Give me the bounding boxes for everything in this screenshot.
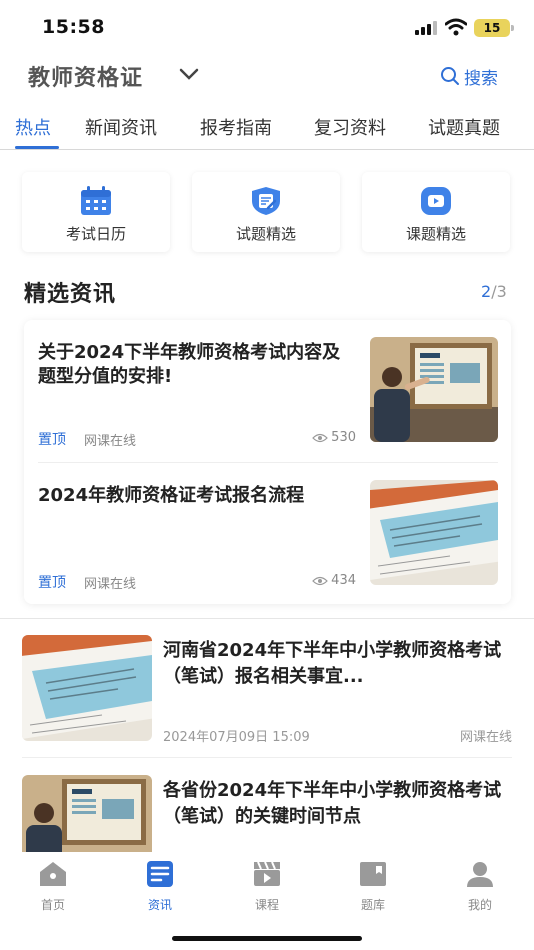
nav-home[interactable]: 首页 [13, 860, 93, 913]
news-date: 2024年07月09日 15:09 [163, 730, 310, 745]
news-title: 河南省2024年下半年中小学教师资格考试（笔试）报名相关事宜... [163, 640, 502, 687]
featured-article[interactable]: 2024年教师资格证考试报名流程 置顶 网课在线 434 [38, 480, 498, 605]
home-indicator [172, 936, 362, 941]
featured-section-title: 精选资讯 [24, 282, 117, 307]
nav-question-bank[interactable]: 题库 [333, 860, 413, 913]
tab-news[interactable]: 新闻资讯 [85, 114, 157, 140]
chevron-down-icon[interactable] [178, 66, 200, 82]
search-icon [441, 67, 459, 85]
active-tab-indicator [15, 146, 59, 149]
status-bar: 15:58 15 [0, 0, 534, 54]
application-form-thumbnail [370, 480, 498, 585]
pinned-badge: 置顶 [38, 575, 66, 591]
news-icon [147, 861, 173, 887]
pinned-badge: 置顶 [38, 432, 66, 448]
status-time: 15:58 [42, 16, 105, 38]
view-count: 530 [312, 430, 356, 445]
divider [38, 462, 498, 463]
quick-entry-label: 试题精选 [235, 225, 296, 243]
calendar-icon [81, 186, 111, 215]
article-source: 网课在线 [84, 434, 137, 449]
tab-hot[interactable]: 热点 [15, 114, 51, 140]
course-clapper-icon [254, 861, 280, 886]
nav-courses[interactable]: 课程 [227, 860, 307, 913]
video-play-icon [421, 187, 451, 215]
search-button[interactable]: 搜索 [440, 64, 498, 89]
news-list-item[interactable]: 河南省2024年下半年中小学教师资格考试（笔试）报名相关事宜... 2024年0… [22, 635, 512, 745]
eye-icon [312, 433, 329, 442]
featured-pager: 2/3 [481, 282, 507, 301]
news-title: 各省份2024年下半年中小学教师资格考试（笔试）的关键时间节点 [163, 780, 502, 827]
featured-article[interactable]: 关于2024下半年教师资格考试内容及题型分值的安排! 置顶 网课在线 530 [38, 337, 498, 462]
wifi-icon [445, 18, 467, 36]
view-count: 434 [312, 573, 356, 588]
quick-entry-exam-calendar[interactable]: 考试日历 [22, 172, 170, 252]
quick-entry-label: 课题精选 [405, 225, 466, 243]
exam-shield-icon [252, 187, 280, 215]
quick-entry-selected-courses[interactable]: 课题精选 [362, 172, 510, 252]
battery-indicator: 15 [474, 19, 514, 37]
profile-icon [467, 862, 493, 887]
eye-icon [312, 576, 329, 585]
featured-card: 关于2024下半年教师资格考试内容及题型分值的安排! 置顶 网课在线 530 2… [24, 320, 511, 604]
nav-news[interactable]: 资讯 [120, 860, 200, 913]
section-separator [0, 618, 534, 619]
teacher-exam-thumbnail [370, 337, 498, 442]
tab-exam-guide[interactable]: 报考指南 [200, 114, 272, 140]
quick-entry-label: 考试日历 [65, 225, 126, 243]
divider [22, 757, 512, 758]
application-form-thumbnail [22, 635, 152, 741]
article-title: 2024年教师资格证考试报名流程 [38, 485, 305, 506]
article-title: 关于2024下半年教师资格考试内容及题型分值的安排! [38, 342, 341, 387]
exam-category-title[interactable]: 教师资格证 [28, 60, 143, 92]
search-label: 搜索 [464, 68, 498, 89]
nav-profile[interactable]: 我的 [440, 860, 520, 913]
home-icon [40, 862, 66, 886]
quick-entry-selected-questions[interactable]: 试题精选 [192, 172, 340, 252]
tab-review-materials[interactable]: 复习资料 [314, 114, 386, 140]
cellular-signal-icon [415, 21, 437, 35]
tab-past-papers[interactable]: 试题真题 [428, 114, 500, 140]
article-source: 网课在线 [84, 577, 137, 592]
category-tabs: 热点 新闻资讯 报考指南 复习资料 试题真题 [0, 110, 534, 150]
news-source: 网课在线 [459, 730, 512, 745]
question-bank-icon [360, 862, 386, 886]
